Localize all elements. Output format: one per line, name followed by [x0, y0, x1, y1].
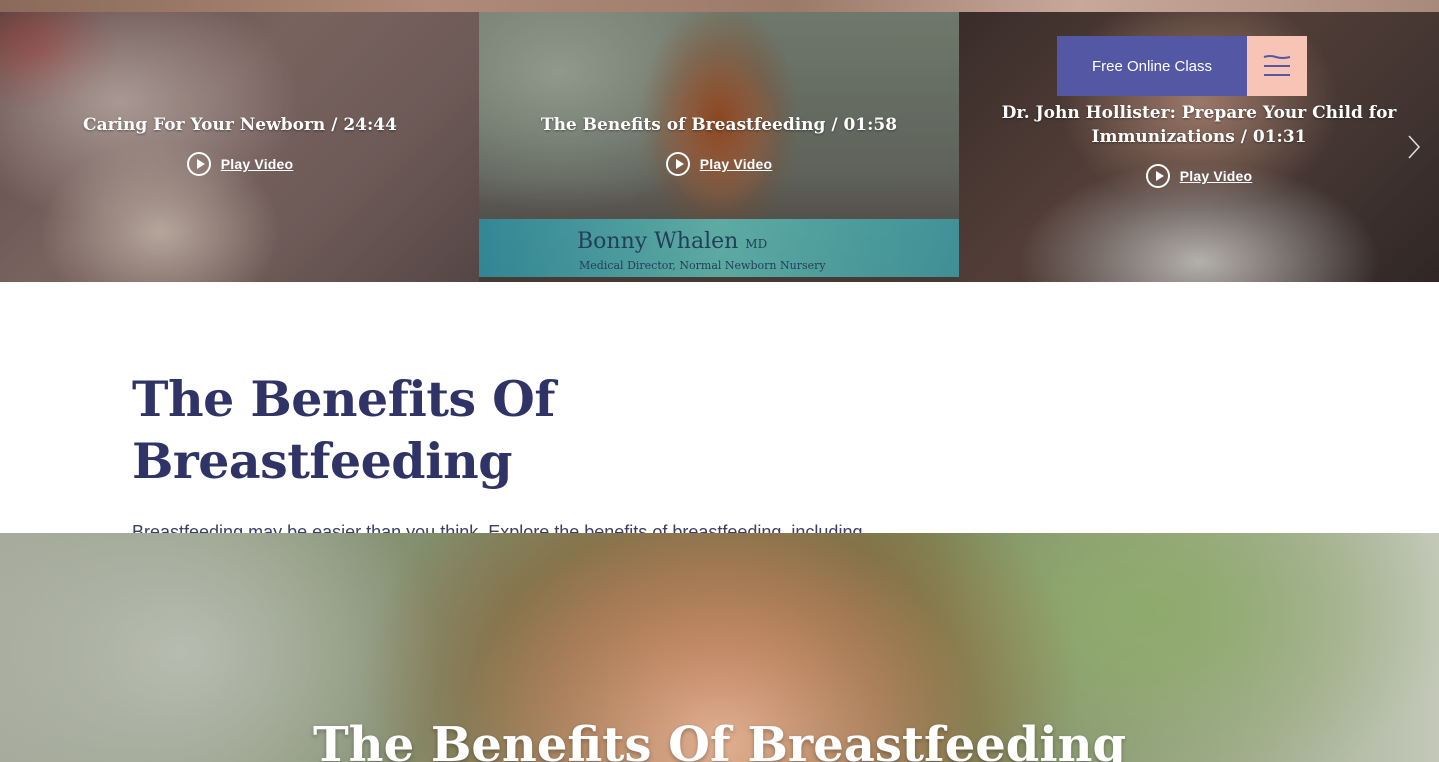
play-icon [665, 152, 690, 176]
lower-third-role: Medical Director, Normal Newborn Nursery [579, 259, 826, 272]
video-lower-third: Bonny Whalen MD Medical Director, Normal… [479, 219, 959, 277]
play-icon [186, 152, 211, 176]
play-video-link[interactable]: Play Video [479, 152, 959, 176]
previous-section-image [0, 0, 1439, 12]
slide-caption: Dr. John Hollister: Prepare Your Child f… [1001, 103, 1397, 147]
hero-title: The Benefits Of Breastfeeding [312, 717, 1127, 762]
slide-caption: Caring For Your Newborn / 24:44 [83, 115, 397, 135]
play-video-label: Play Video [220, 156, 294, 172]
lower-third-suffix: MD [745, 237, 768, 251]
video-slide-breastfeeding[interactable]: Bonny Whalen MD Medical Director, Normal… [479, 12, 959, 282]
play-video-label: Play Video [1179, 168, 1253, 184]
play-video-label: Play Video [699, 156, 773, 172]
play-video-link[interactable]: Play Video [0, 152, 480, 176]
menu-button[interactable] [1247, 36, 1307, 96]
play-icon [1145, 164, 1170, 188]
hero-video-banner: The Benefits Of Breastfeeding [0, 533, 1439, 762]
lower-third-name: Bonny Whalen [577, 229, 739, 254]
play-video-link[interactable]: Play Video [959, 164, 1439, 188]
video-slide-newborn[interactable]: Caring For Your Newborn / 24:44 Play Vid… [0, 12, 480, 282]
carousel-next-arrow-icon[interactable] [1389, 12, 1439, 282]
slide-caption: The Benefits of Breastfeeding / 01:58 [540, 115, 898, 135]
menu-icon [1263, 55, 1291, 76]
page-title: The Benefits Of Breastfeeding [132, 370, 555, 490]
free-online-class-button[interactable]: Free Online Class [1057, 36, 1247, 96]
